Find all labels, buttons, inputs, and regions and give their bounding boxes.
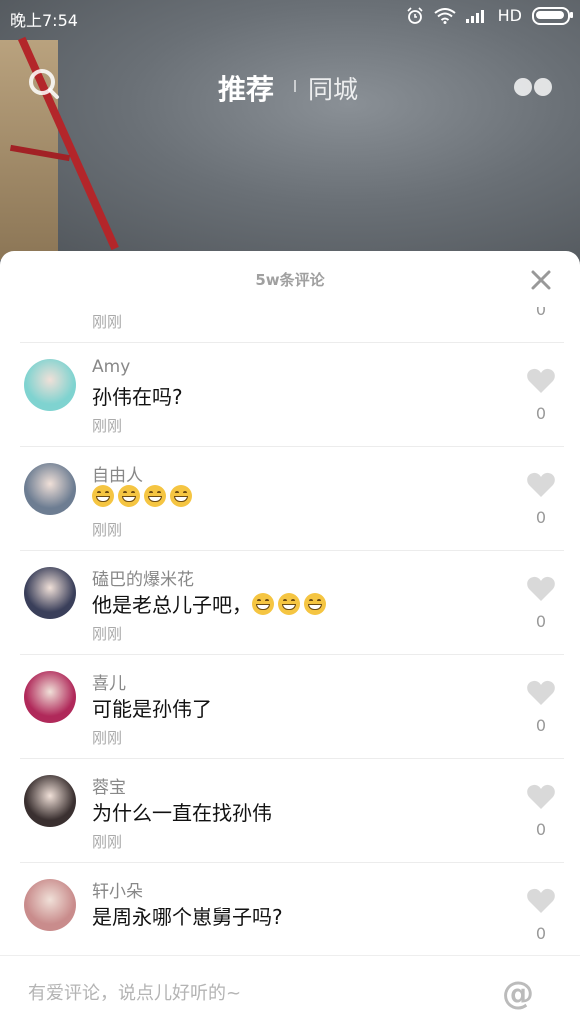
comment-time: 刚刚 (92, 729, 123, 747)
heart-icon (527, 888, 555, 913)
like-count: 0 (535, 307, 547, 319)
tab-city[interactable]: 同城 (308, 70, 358, 106)
like-count: 0 (535, 404, 547, 423)
close-icon[interactable] (530, 269, 552, 291)
comment-text-content: 是周永哪个崽舅子吗? (92, 905, 283, 929)
grin-emoji-icon (92, 485, 114, 507)
comment-text: 他是老总儿子吧， (92, 589, 330, 618)
network-type: HD (497, 6, 522, 25)
more-dots-icon[interactable] (514, 78, 552, 96)
avatar[interactable] (24, 879, 76, 931)
comment-text: 是周永哪个崽舅子吗? (92, 901, 283, 930)
comment-text-content: 为什么一直在找孙伟 (92, 801, 272, 825)
tab-recommend[interactable]: 推荐 (218, 68, 274, 108)
like-count: 0 (535, 508, 547, 527)
heart-icon (527, 576, 555, 601)
top-nav: 推荐 同城 (0, 62, 580, 112)
comment-text-content: 他是老总儿子吧， (92, 593, 252, 617)
comment-time: 刚刚 (92, 313, 123, 331)
comment-item[interactable]: 喜儿可能是孙伟了刚刚 0 (20, 655, 564, 759)
comment-username[interactable]: 喜儿 (92, 669, 126, 694)
comment-item[interactable]: 轩小朵是周永哪个崽舅子吗? 0 (20, 863, 564, 947)
comment-item[interactable]: 磕巴的爆米花他是老总儿子吧， 刚刚 0 (20, 551, 564, 655)
comment-username[interactable]: 轩小朵 (92, 877, 143, 902)
like-button[interactable]: 0 (526, 887, 556, 943)
like-count: 0 (535, 716, 547, 735)
like-button[interactable]: 0 (526, 367, 556, 423)
avatar[interactable] (24, 775, 76, 827)
status-icons: HD (406, 6, 573, 25)
comment-username[interactable]: Amy (92, 357, 130, 377)
grin-emoji-icon (304, 593, 326, 615)
heart-icon (527, 784, 555, 809)
comment-text: 为什么一直在找孙伟 (92, 797, 272, 826)
comment-text: 孙伟在吗? (92, 381, 183, 410)
avatar[interactable] (24, 567, 76, 619)
signal-icon (465, 9, 484, 23)
like-count: 0 (535, 924, 547, 943)
grin-emoji-icon (278, 593, 300, 615)
comment-time: 刚刚 (92, 833, 123, 851)
comment-username[interactable]: 蓉宝 (92, 773, 126, 798)
wifi-icon (434, 7, 456, 24)
avatar[interactable] (24, 463, 76, 515)
status-bar: 晚上7:54 HD (0, 0, 580, 34)
comment-item[interactable]: 我叫孙伟，都找我干嘛刚刚0 (20, 307, 564, 343)
like-button[interactable]: 0 (526, 471, 556, 527)
heart-icon (527, 680, 555, 705)
comment-text-content: 可能是孙伟了 (92, 697, 212, 721)
like-count: 0 (535, 612, 547, 631)
grin-emoji-icon (144, 485, 166, 507)
comment-item[interactable]: Amy 孙伟在吗? 刚刚 0 (20, 343, 564, 447)
comment-text-content: 孙伟在吗? (92, 385, 183, 409)
comment-input[interactable] (26, 982, 450, 1005)
comment-text: 可能是孙伟了 (92, 693, 212, 722)
status-time: 晚上7:54 (10, 11, 78, 30)
comment-username[interactable]: 磕巴的爆米花 (92, 565, 194, 590)
comment-time: 刚刚 (92, 625, 123, 643)
heart-icon (527, 368, 555, 393)
avatar[interactable] (24, 671, 76, 723)
like-button[interactable]: 0 (526, 575, 556, 631)
comment-list[interactable]: 我叫孙伟，都找我干嘛刚刚0Amy孙伟在吗?刚刚0自由人刚刚0磕巴的爆米花他是老总… (0, 307, 580, 947)
comment-time: 刚刚 (92, 417, 123, 435)
comment-time: 刚刚 (92, 521, 123, 539)
search-icon[interactable] (28, 68, 60, 100)
grin-emoji-icon (170, 485, 192, 507)
tab-divider (294, 80, 296, 92)
grin-emoji-icon (252, 593, 274, 615)
comment-username[interactable]: 自由人 (92, 461, 143, 486)
at-mention-icon[interactable]: @ (502, 974, 534, 1012)
comment-input-bar: @ (0, 955, 580, 1032)
grin-emoji-icon (118, 485, 140, 507)
avatar[interactable] (24, 359, 76, 411)
comment-count-title: 5w条评论 (255, 271, 325, 289)
comment-item[interactable]: 自由人刚刚 0 (20, 447, 564, 551)
alarm-icon (407, 6, 423, 24)
like-button[interactable]: 0 (526, 679, 556, 735)
comment-sheet: 5w条评论 我叫孙伟，都找我干嘛刚刚0Amy孙伟在吗?刚刚0自由人刚刚0磕巴的爆… (0, 251, 580, 1031)
like-count: 0 (535, 820, 547, 839)
sheet-header: 5w条评论 (0, 251, 580, 307)
like-button[interactable]: 0 (526, 783, 556, 839)
comment-text (92, 485, 196, 509)
heart-icon (527, 472, 555, 497)
comment-item[interactable]: 蓉宝为什么一直在找孙伟刚刚 0 (20, 759, 564, 863)
like-button[interactable]: 0 (526, 307, 556, 319)
video-background[interactable] (0, 0, 580, 260)
battery-icon (532, 6, 573, 25)
